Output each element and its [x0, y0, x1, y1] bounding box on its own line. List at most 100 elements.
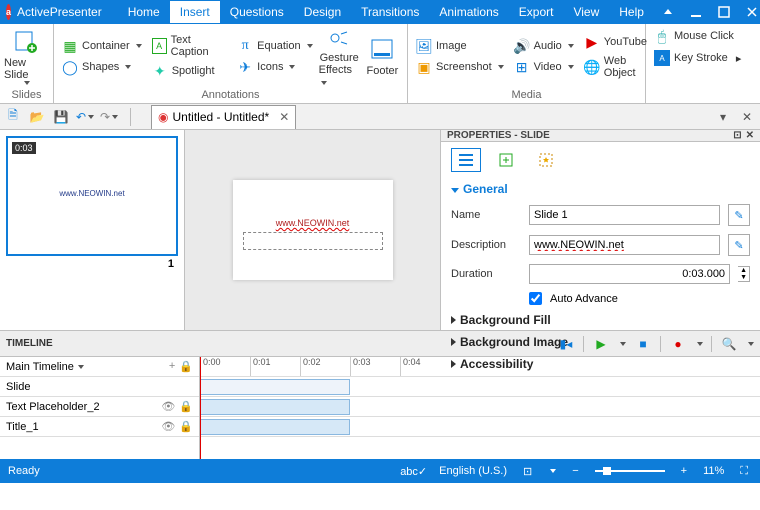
slide-thumbnail[interactable]: 0:03 www.NEOWIN.net [6, 136, 178, 256]
track-bar-placeholder[interactable] [200, 397, 760, 417]
document-icon: ◉ [158, 110, 168, 124]
playhead[interactable] [200, 357, 201, 459]
panel-close-icon[interactable]: ✕ [746, 130, 754, 141]
image-button[interactable]: 🖼Image [412, 36, 508, 56]
text-placeholder[interactable] [243, 232, 383, 250]
timeline-ruler[interactable]: 0:00 0:01 0:02 0:03 0:04 [200, 357, 760, 377]
zoom-dropdown[interactable] [748, 342, 754, 346]
properties-tab-general[interactable] [451, 148, 481, 172]
maximize-button[interactable] [710, 0, 738, 24]
track-slide[interactable]: Slide [0, 377, 199, 397]
redo-button[interactable]: ↷ [100, 108, 118, 126]
canvas-title-text[interactable]: www.NEOWIN.net [253, 218, 373, 228]
menu-insert[interactable]: Insert [170, 1, 220, 23]
spellcheck-icon[interactable]: abc✓ [400, 465, 427, 478]
menu-export[interactable]: Export [509, 1, 564, 23]
spotlight-button[interactable]: ✦Spotlight [148, 61, 231, 81]
fit-to-window-icon[interactable]: ⛶ [736, 465, 752, 478]
menu-view[interactable]: View [563, 1, 609, 23]
footer-button[interactable]: Footer [362, 28, 403, 86]
play-button[interactable]: ▶ [592, 335, 610, 353]
record-dropdown[interactable] [697, 342, 703, 346]
visibility-icon[interactable]: 👁 [161, 400, 175, 413]
properties-title: PROPERTIES - SLIDE [447, 130, 550, 141]
timeline-main-row[interactable]: Main Timeline +🔒 [0, 357, 199, 377]
edit-description-button[interactable]: ✎ [728, 234, 750, 256]
stop-button[interactable]: ■ [634, 335, 652, 353]
panel-close-icon[interactable]: ✕ [738, 108, 756, 126]
chevron-right-icon[interactable]: ▸ [736, 52, 742, 65]
ribbon-collapse-icon[interactable] [654, 0, 682, 24]
shapes-button[interactable]: ◯Shapes [58, 57, 146, 77]
track-text-placeholder[interactable]: Text Placeholder_2👁🔒 [0, 397, 199, 417]
menu-transitions[interactable]: Transitions [351, 1, 429, 23]
lock-icon[interactable]: 🔒 [179, 400, 193, 413]
shapes-icon: ◯ [62, 59, 78, 75]
close-tab-icon[interactable]: ✕ [279, 110, 289, 124]
close-button[interactable] [738, 0, 760, 24]
save-icon[interactable]: 💾 [52, 108, 70, 126]
gesture-effects-button[interactable]: Gesture Effects [319, 28, 360, 86]
zoom-out-button[interactable]: − [568, 465, 582, 477]
youtube-button[interactable]: ▶YouTube [580, 32, 651, 52]
menu-home[interactable]: Home [118, 1, 170, 23]
slide-canvas[interactable]: www.NEOWIN.net [233, 180, 393, 280]
skip-start-button[interactable]: ▮◂ [557, 335, 575, 353]
group-annotations-label: Annotations [54, 89, 407, 103]
visibility-icon[interactable]: 👁 [161, 420, 175, 433]
zoom-level[interactable]: 11% [703, 465, 724, 477]
web-object-button[interactable]: 🌐Web Object [580, 53, 651, 81]
container-button[interactable]: ▦Container [58, 36, 146, 56]
track-bar-slide[interactable] [200, 377, 760, 397]
video-button[interactable]: ⊞Video [510, 57, 578, 77]
duration-up-stepper[interactable]: ▲ [738, 267, 749, 274]
panel-undock-icon[interactable]: ⊡ [733, 130, 741, 141]
minimize-button[interactable] [682, 0, 710, 24]
audio-icon: 🔊 [514, 38, 530, 54]
record-button[interactable]: ● [669, 335, 687, 353]
app-name: ActivePresenter [17, 5, 102, 19]
new-file-icon[interactable]: 🗎 [4, 108, 22, 126]
section-general[interactable]: General [441, 178, 760, 200]
quick-access-toolbar: 🗎 📂 💾 ↶ ↷ ◉ Untitled - Untitled* ✕ ▾ ✕ [0, 104, 760, 130]
icons-button[interactable]: ✈Icons [233, 57, 316, 77]
track-title[interactable]: Title_1👁🔒 [0, 417, 199, 437]
menu-questions[interactable]: Questions [220, 1, 294, 23]
key-stroke-button[interactable]: AKey Stroke▸ [650, 48, 745, 68]
panel-pin-icon[interactable]: ▾ [714, 108, 732, 126]
text-caption-button[interactable]: AText Caption [148, 32, 231, 60]
lock-icon[interactable]: 🔒 [179, 360, 193, 373]
audio-button[interactable]: 🔊Audio [510, 36, 578, 56]
menu-design[interactable]: Design [294, 1, 351, 23]
play-dropdown[interactable] [620, 342, 626, 346]
properties-tab-size[interactable] [491, 148, 521, 172]
fit-view-icon[interactable]: ⊡ [519, 465, 536, 478]
lock-icon[interactable]: 🔒 [179, 420, 193, 433]
mouse-click-button[interactable]: 🖱Mouse Click [650, 26, 738, 46]
zoom-timeline-button[interactable]: 🔍 [720, 335, 738, 353]
new-slide-button[interactable]: New Slide [4, 28, 48, 86]
status-language[interactable]: English (U.S.) [439, 465, 507, 477]
menu-animations[interactable]: Animations [429, 1, 508, 23]
description-input[interactable] [529, 235, 720, 255]
duration-down-stepper[interactable]: ▼ [738, 274, 749, 281]
properties-tab-effects[interactable] [531, 148, 561, 172]
status-ready: Ready [8, 465, 40, 477]
open-file-icon[interactable]: 📂 [28, 108, 46, 126]
zoom-in-button[interactable]: + [677, 465, 691, 477]
auto-advance-checkbox[interactable] [529, 292, 542, 305]
duration-input[interactable] [529, 264, 730, 284]
undo-button[interactable]: ↶ [76, 108, 94, 126]
zoom-slider[interactable] [595, 470, 665, 472]
edit-name-button[interactable]: ✎ [728, 204, 750, 226]
text-caption-icon: A [152, 38, 167, 54]
document-tab[interactable]: ◉ Untitled - Untitled* ✕ [151, 105, 296, 129]
section-background-fill[interactable]: Background Fill [441, 309, 760, 331]
track-bar-title[interactable] [200, 417, 760, 437]
equation-button[interactable]: πEquation [233, 36, 316, 56]
menu-help[interactable]: Help [609, 1, 654, 23]
name-input[interactable] [529, 205, 720, 225]
screenshot-button[interactable]: ▣Screenshot [412, 57, 508, 77]
view-mode-dropdown[interactable] [550, 469, 556, 473]
add-timeline-icon[interactable]: + [169, 360, 175, 373]
